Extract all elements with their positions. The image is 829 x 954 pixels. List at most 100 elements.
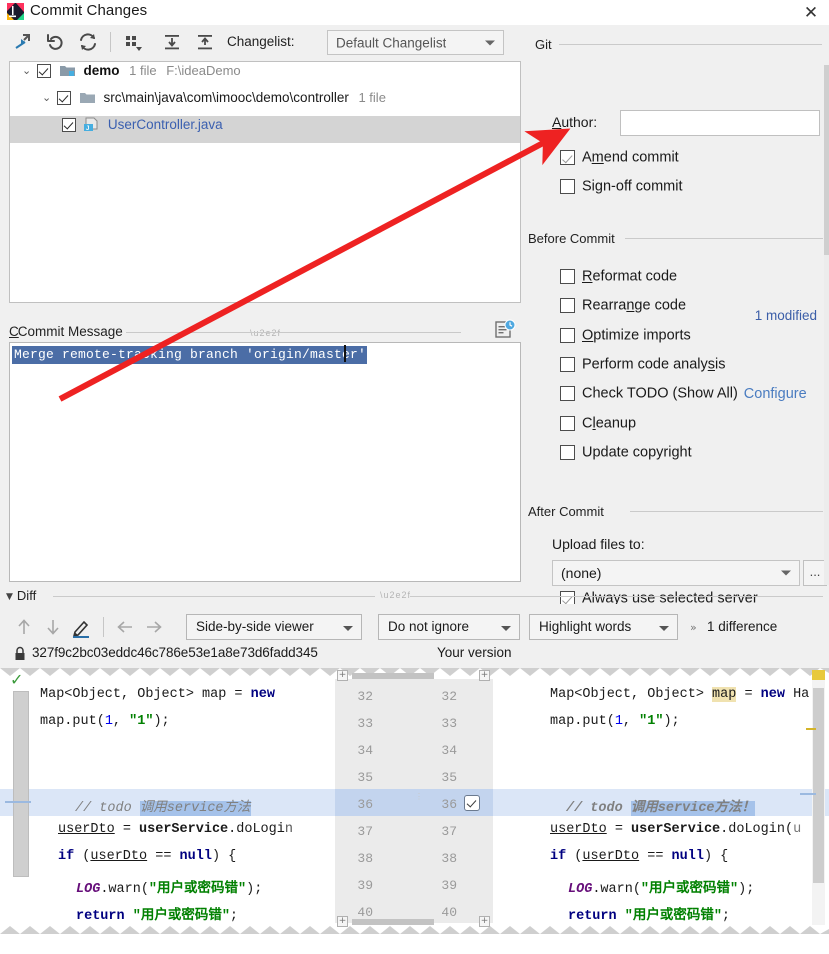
ignore-mode-value: Do not ignore bbox=[388, 619, 470, 634]
perform-code-analysis-option[interactable]: Perform code analysis bbox=[560, 356, 725, 378]
check-todo-checkbox[interactable] bbox=[560, 386, 575, 402]
git-group-divider bbox=[559, 44, 822, 45]
line-number-right: 32 bbox=[441, 689, 457, 704]
diff-section-header[interactable]: ▼ Diff bbox=[6, 588, 36, 603]
group-by-icon[interactable] bbox=[121, 30, 147, 54]
after-commit-title: After Commit bbox=[528, 504, 604, 519]
cleanup-checkbox[interactable] bbox=[560, 416, 575, 432]
reformat-code-checkbox[interactable] bbox=[560, 269, 575, 285]
chevron-down-icon[interactable]: ▼ bbox=[6, 592, 13, 602]
diff-divider-right bbox=[410, 596, 823, 597]
line-number-right: 34 bbox=[441, 743, 457, 758]
options-pane-scrollbar[interactable] bbox=[824, 65, 829, 585]
expand-fold-button[interactable]: + bbox=[479, 916, 490, 927]
always-use-selected-server-option[interactable]: Always use selected server bbox=[560, 590, 758, 604]
tree-checkbox[interactable] bbox=[57, 90, 72, 105]
upload-server-combo[interactable]: (none) bbox=[552, 560, 800, 586]
configure-link[interactable]: Configure bbox=[744, 386, 807, 402]
always-use-selected-server-checkbox[interactable] bbox=[560, 591, 575, 604]
right-editor-scrollbar[interactable] bbox=[812, 680, 825, 925]
perform-code-analysis-checkbox[interactable] bbox=[560, 357, 575, 373]
highlight-mode-combo[interactable]: Highlight words bbox=[529, 614, 678, 640]
changed-files-tree[interactable]: ⌄ demo 1 file F:\ideaDemo ⌄ src\main\jav… bbox=[9, 61, 521, 303]
changelist-combo[interactable]: Default Changelist bbox=[327, 30, 504, 55]
author-label-text: uthor: bbox=[561, 114, 598, 130]
update-copyright-option[interactable]: Update copyright bbox=[560, 444, 692, 466]
line-number-right: 39 bbox=[441, 878, 457, 893]
commit-history-icon[interactable] bbox=[494, 319, 516, 341]
commit-message-label-text: Commit Message bbox=[17, 324, 123, 339]
arrow-down-icon[interactable] bbox=[41, 615, 65, 639]
line-number-left: 35 bbox=[357, 770, 373, 785]
before-commit-divider bbox=[625, 238, 823, 239]
rearrange-code-option[interactable]: Rearrange code bbox=[560, 297, 686, 319]
diff-toolbar-separator bbox=[103, 617, 104, 637]
more-actions-icon[interactable]: » bbox=[690, 621, 697, 634]
line-number-left: 39 bbox=[357, 878, 373, 893]
left-diff-editor[interactable]: Map<Object, Object> map = new map.put(1,… bbox=[0, 679, 335, 934]
amend-commit-option[interactable]: Amend commit bbox=[560, 149, 679, 171]
viewer-mode-combo[interactable]: Side-by-side viewer bbox=[186, 614, 362, 640]
right-revision-label: Your version bbox=[437, 645, 512, 660]
tree-checkbox[interactable] bbox=[61, 117, 76, 132]
diff-splitter-handle[interactable]: \u2e2f bbox=[380, 590, 411, 600]
chevron-down-icon bbox=[343, 626, 353, 631]
line-number-right: 36 bbox=[441, 797, 457, 812]
arrow-left-icon[interactable] bbox=[113, 615, 137, 639]
tree-twisty-icon[interactable]: ⌄ bbox=[40, 91, 54, 104]
tree-row[interactable]: ⌄ demo 1 file F:\ideaDemo bbox=[10, 62, 520, 89]
expand-fold-button[interactable]: + bbox=[337, 916, 348, 927]
chevron-down-icon bbox=[781, 570, 791, 576]
code-line: if (userDto == null) { bbox=[58, 849, 237, 864]
tree-row[interactable]: ⌄ src\main\java\com\imooc\demo\controlle… bbox=[10, 89, 520, 116]
update-copyright-checkbox[interactable] bbox=[560, 445, 575, 461]
fold-dots-icon: ⋮ bbox=[415, 792, 423, 801]
show-diff-icon[interactable] bbox=[12, 30, 38, 54]
optimize-imports-checkbox[interactable] bbox=[560, 328, 575, 344]
refresh-icon[interactable] bbox=[76, 30, 102, 54]
pencil-icon[interactable] bbox=[70, 615, 94, 639]
arrow-right-icon[interactable] bbox=[142, 615, 166, 639]
changelist-label-text: Changelist: bbox=[227, 34, 295, 49]
commit-message-input[interactable]: Merge remote-tracking branch 'origin/mas… bbox=[9, 342, 521, 582]
accept-change-checkbox[interactable] bbox=[464, 795, 480, 811]
right-diff-editor[interactable]: Map<Object, Object> map = new Ha map.put… bbox=[493, 679, 829, 934]
commit-changes-dialog: Commit Changes ✕ Changelist: Default Cha… bbox=[0, 0, 829, 954]
code-line: map.put(1, "1"); bbox=[40, 714, 170, 729]
tree-checkbox[interactable] bbox=[37, 63, 52, 78]
rollback-icon[interactable] bbox=[44, 30, 70, 54]
tree-twisty-icon[interactable]: ⌄ bbox=[20, 64, 34, 77]
expand-fold-button[interactable]: + bbox=[337, 670, 348, 681]
tree-row[interactable]: J UserController.java bbox=[10, 116, 520, 143]
diff-overview-change-line bbox=[806, 728, 816, 730]
rearrange-code-checkbox[interactable] bbox=[560, 298, 575, 314]
tree-item-name: demo bbox=[83, 63, 120, 79]
changelist-label: Changelist: bbox=[227, 34, 295, 49]
after-commit-divider bbox=[630, 511, 823, 512]
splitter-handle[interactable]: \u2e2f bbox=[250, 328, 281, 338]
line-number-left: 36 bbox=[357, 797, 373, 812]
optimize-imports-option[interactable]: Optimize imports bbox=[560, 327, 691, 349]
chevron-down-icon bbox=[485, 40, 495, 45]
signoff-commit-option[interactable]: Sign-off commit bbox=[560, 178, 683, 200]
tree-item-path: F:\ideaDemo bbox=[166, 63, 241, 79]
center-gutter-scroll-top[interactable] bbox=[352, 673, 434, 679]
tree-item-name: src\main\java\com\imooc\demo\controller bbox=[103, 90, 349, 106]
optimize-imports-label: Optimize imports bbox=[582, 327, 691, 344]
check-todo-option[interactable]: Check TODO (Show All) Configure bbox=[560, 385, 807, 407]
center-gutter-scroll-bottom[interactable] bbox=[352, 919, 434, 925]
author-input[interactable] bbox=[620, 110, 820, 136]
reformat-code-option[interactable]: Reformat code bbox=[560, 268, 677, 290]
arrow-up-icon[interactable] bbox=[12, 615, 36, 639]
left-editor-gutter-strip[interactable] bbox=[13, 691, 29, 877]
cleanup-option[interactable]: Cleanup bbox=[560, 415, 636, 437]
signoff-commit-checkbox[interactable] bbox=[560, 179, 575, 195]
expand-fold-button[interactable]: + bbox=[479, 670, 490, 681]
collapse-all-icon[interactable] bbox=[193, 30, 219, 54]
close-button[interactable]: ✕ bbox=[799, 2, 823, 24]
expand-all-icon[interactable] bbox=[160, 30, 186, 54]
changelist-toolbar: Changelist: Default Changelist bbox=[0, 25, 520, 59]
amend-commit-checkbox[interactable] bbox=[560, 150, 575, 166]
perform-code-analysis-label: Perform code analysis bbox=[582, 356, 726, 373]
ignore-mode-combo[interactable]: Do not ignore bbox=[378, 614, 520, 640]
